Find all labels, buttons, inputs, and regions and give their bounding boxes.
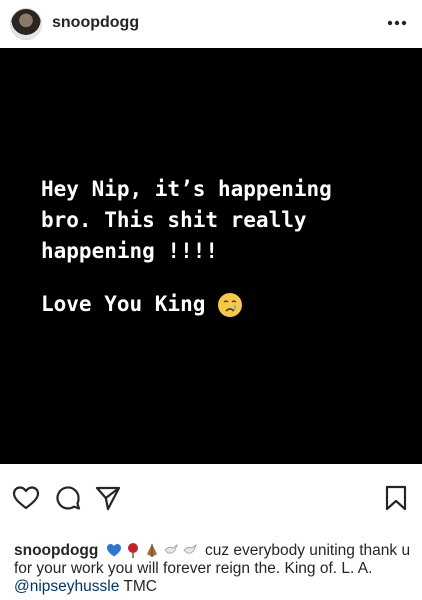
post-text-love: Love You King — [41, 292, 206, 316]
post-text-line: Love You King — [41, 289, 243, 320]
heart-icon[interactable] — [12, 484, 40, 512]
post-caption: snoopdogg cuz everybody uniting thank u … — [14, 542, 414, 596]
crying-face-emoji — [218, 292, 243, 317]
caption-emojis — [106, 542, 198, 558]
rose-emoji — [127, 543, 138, 558]
caption-username[interactable]: snoopdogg — [14, 542, 98, 559]
caption-tail: TMC — [123, 578, 157, 595]
folded-hands-emoji — [146, 544, 157, 557]
post-header: snoopdogg — [0, 0, 422, 48]
more-horizontal-icon[interactable] — [384, 10, 410, 36]
action-bar — [0, 476, 422, 516]
post-text: Hey Nip, it’s happening bro. This shit r… — [41, 177, 332, 263]
bookmark-icon[interactable] — [382, 484, 410, 512]
caption-mention[interactable]: @nipseyhussle — [14, 578, 119, 595]
post-image[interactable]: Hey Nip, it’s happening bro. This shit r… — [0, 48, 422, 464]
dove-emoji — [183, 543, 197, 554]
header-username[interactable]: snoopdogg — [52, 14, 139, 32]
dove-emoji — [164, 543, 178, 554]
blue-heart-emoji — [106, 544, 121, 557]
share-icon[interactable] — [94, 484, 122, 512]
comment-icon[interactable] — [54, 484, 82, 512]
avatar[interactable] — [10, 8, 42, 40]
